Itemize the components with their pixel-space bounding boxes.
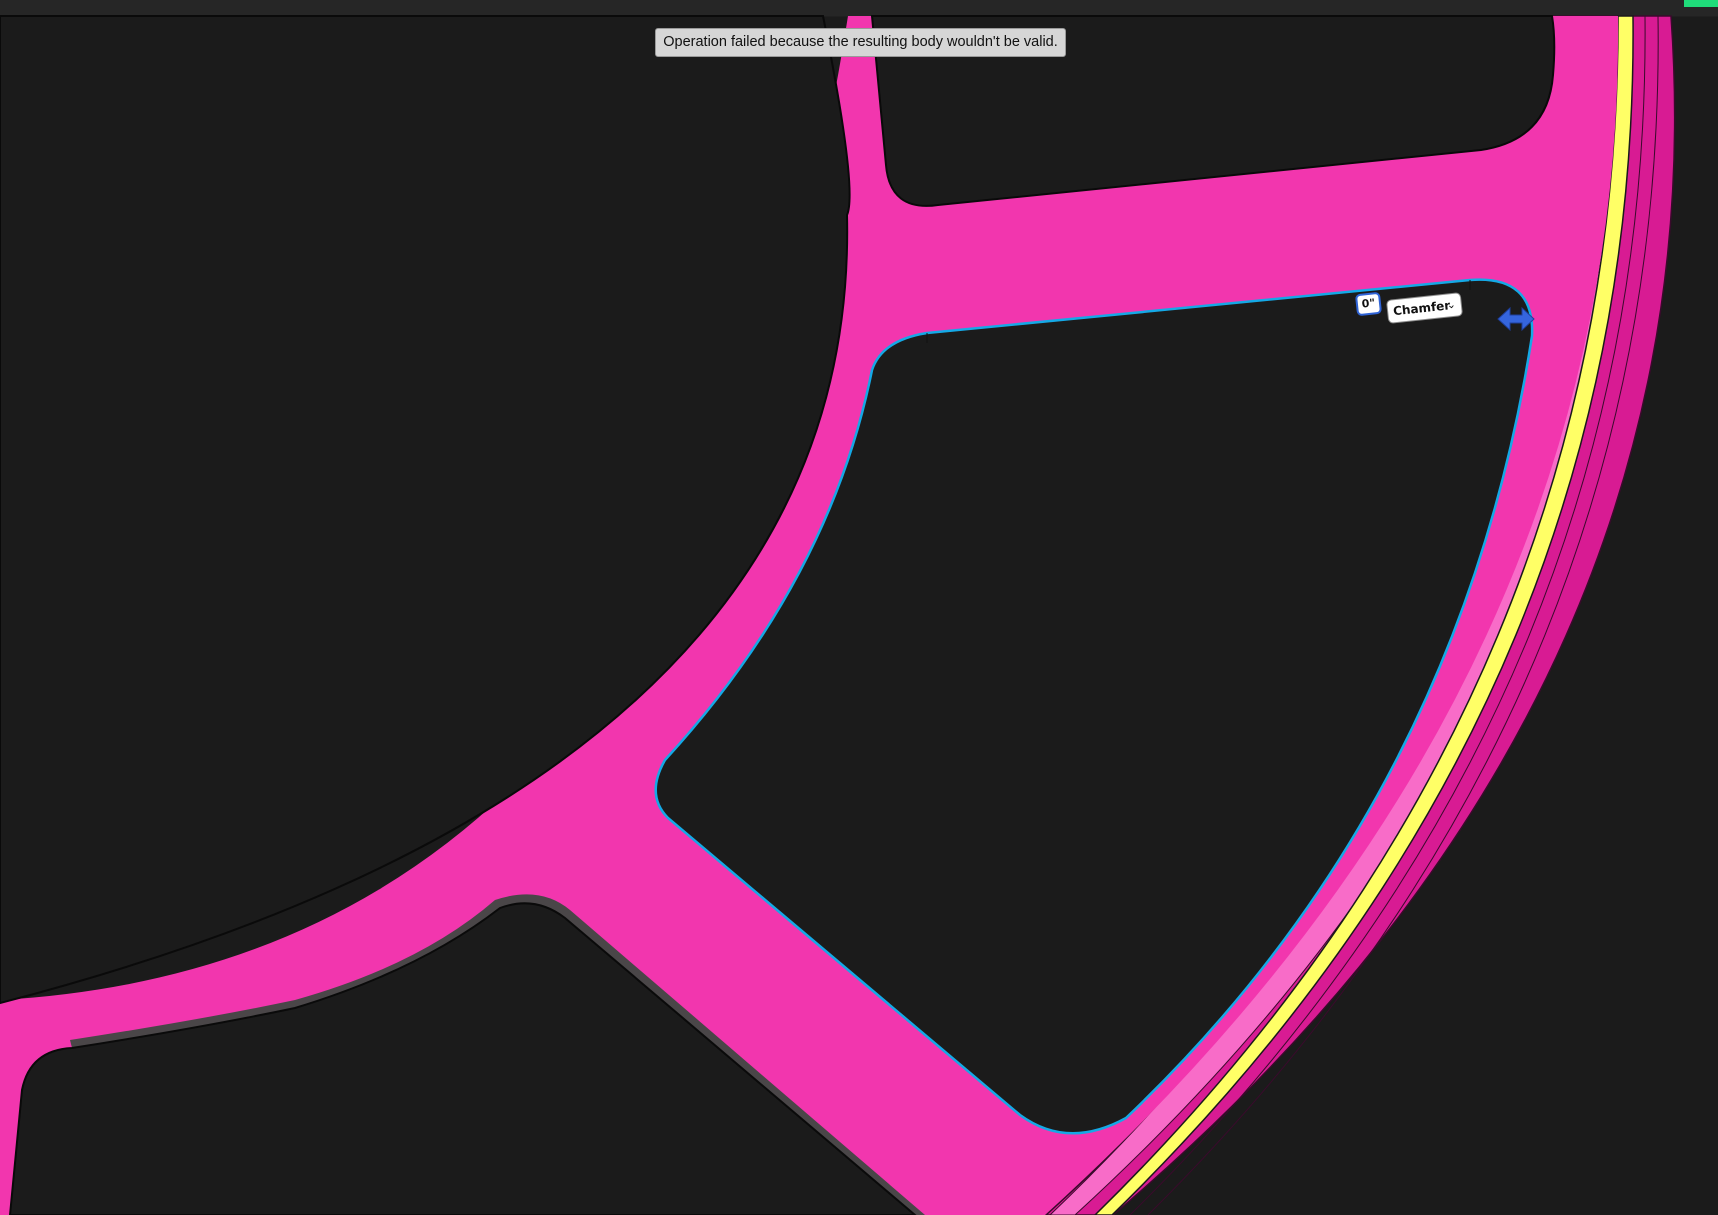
error-notification: Operation failed because the resulting b… <box>655 28 1066 57</box>
angle-input[interactable]: 0" <box>1354 291 1383 317</box>
chamfer-distance-handle[interactable] <box>1495 303 1533 333</box>
3d-viewport[interactable] <box>0 0 1718 1215</box>
chamfer-type-label: Chamfer <box>1392 298 1451 319</box>
chevron-down-icon: ⌄ <box>1445 297 1457 312</box>
